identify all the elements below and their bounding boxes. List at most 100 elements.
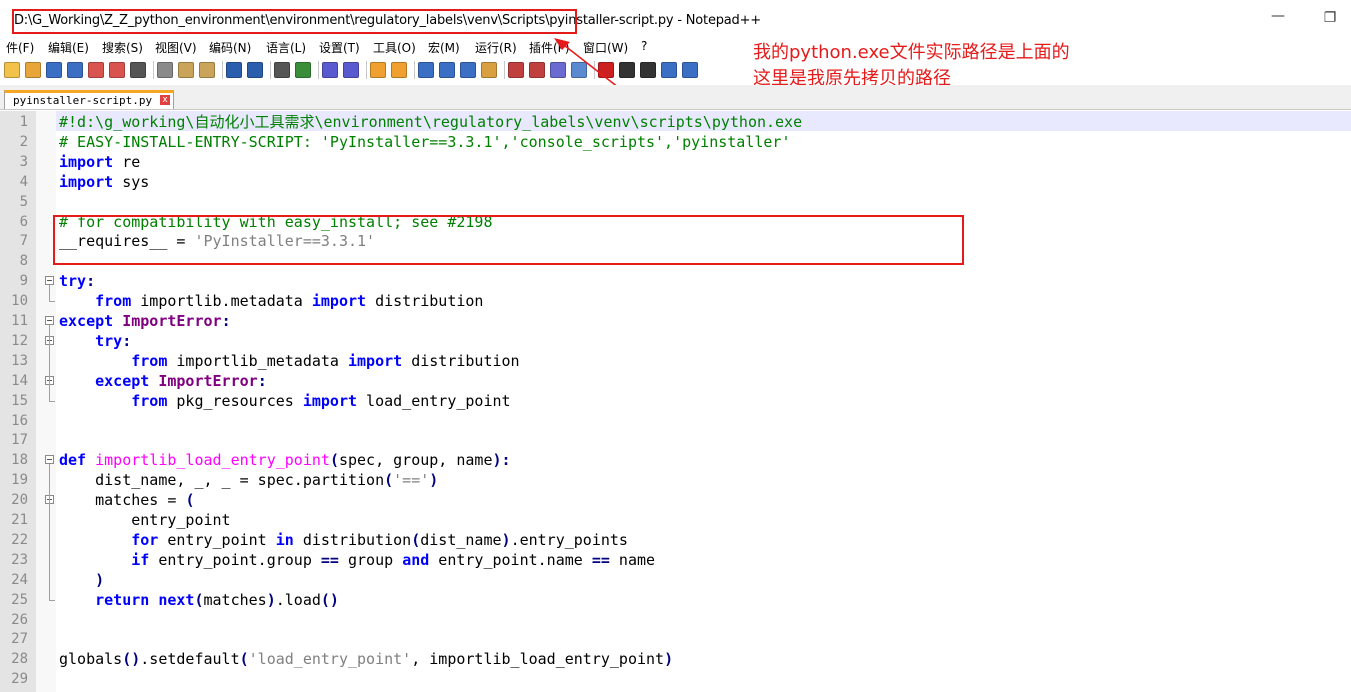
- menu-file[interactable]: 件(F): [6, 39, 34, 56]
- code-line: matches = (: [59, 490, 194, 510]
- toolbar-separator: [318, 61, 319, 79]
- code-editor[interactable]: 1 #!d:\g_working\自动化小工具需求\environment\reg…: [0, 111, 1351, 692]
- show-all-chars-icon[interactable]: [439, 62, 455, 78]
- fold-toggle-icon[interactable]: [45, 455, 54, 465]
- run-macro-multiple-icon[interactable]: [661, 62, 677, 78]
- menu-search[interactable]: 搜索(S): [102, 39, 143, 56]
- code-line: entry_point: [59, 510, 230, 530]
- open-file-icon[interactable]: [25, 62, 41, 78]
- code-line: try:: [59, 271, 95, 291]
- line-number: 3: [19, 153, 28, 170]
- code-token: importlib_metadata: [167, 351, 348, 370]
- code-token: (: [194, 590, 204, 609]
- line-number: 9: [19, 273, 28, 290]
- menu-help[interactable]: ?: [641, 39, 647, 53]
- new-file-icon[interactable]: [4, 62, 20, 78]
- line-number: 5: [19, 193, 28, 210]
- annotation-line-1: 我的python.exe文件实际路径是上面的: [753, 42, 1070, 63]
- save-icon[interactable]: [46, 62, 62, 78]
- line-number: 14: [11, 372, 28, 389]
- line-number: 25: [11, 591, 28, 608]
- code-line: except ImportError:: [59, 371, 267, 391]
- menu-encoding[interactable]: 编码(N): [209, 39, 251, 56]
- code-token: .entry_points: [510, 530, 628, 549]
- sync-vertical-icon[interactable]: [370, 62, 386, 78]
- code-token: globals: [59, 650, 123, 669]
- menu-run[interactable]: 运行(R): [475, 39, 517, 56]
- code-line: from importlib_metadata import distribut…: [59, 351, 519, 371]
- zoom-in-icon[interactable]: [322, 62, 338, 78]
- sync-horizontal-icon[interactable]: [391, 62, 407, 78]
- print-icon[interactable]: [130, 62, 146, 78]
- menu-bar: 件(F) 编辑(E) 搜索(S) 视图(V) 编码(N) 语言(L) 设置(T)…: [0, 38, 1351, 58]
- line-number: 16: [11, 412, 28, 429]
- code-token: importlib_load_entry_point: [95, 451, 330, 470]
- code-line: def importlib_load_entry_point(spec, gro…: [59, 450, 511, 470]
- copy-icon[interactable]: [178, 62, 194, 78]
- play-macro-icon[interactable]: [640, 62, 656, 78]
- code-line: dist_name, _, _ = spec.partition('=='): [59, 470, 438, 490]
- code-token: and: [402, 550, 430, 569]
- udl-icon[interactable]: [481, 62, 497, 78]
- undo-icon[interactable]: [226, 62, 242, 78]
- fold-toggle-icon[interactable]: [45, 276, 54, 286]
- code-token: sys: [113, 172, 150, 191]
- replace-icon[interactable]: [295, 62, 311, 78]
- line-number: 17: [11, 432, 28, 449]
- code-token: ==: [320, 550, 339, 569]
- code-token: dist_name, _, _ = spec.partition: [59, 471, 385, 490]
- indent-guide-icon[interactable]: [460, 62, 476, 78]
- line-number: 8: [19, 253, 28, 270]
- doc-map-icon[interactable]: [508, 62, 524, 78]
- line-number: 7: [19, 233, 28, 250]
- code-token: (): [320, 590, 339, 609]
- find-icon[interactable]: [274, 62, 290, 78]
- code-token: 'load_entry_point': [248, 650, 412, 669]
- minimize-button[interactable]: —: [1268, 8, 1288, 24]
- tab-close-icon[interactable]: x: [160, 95, 170, 105]
- save-all-icon[interactable]: [67, 62, 83, 78]
- menu-language[interactable]: 语言(L): [266, 39, 306, 56]
- code-line: ): [59, 570, 104, 590]
- code-line: if entry_point.group == group and entry_…: [59, 550, 655, 570]
- code-token: ):: [492, 451, 511, 470]
- tab-pyinstaller-script[interactable]: pyinstaller-script.py x: [4, 90, 174, 109]
- menu-macro[interactable]: 宏(M): [428, 39, 460, 56]
- code-token: entry_point: [158, 530, 276, 549]
- menu-settings[interactable]: 设置(T): [319, 39, 360, 56]
- tab-label: pyinstaller-script.py: [13, 94, 153, 107]
- code-token: distribution: [366, 292, 484, 311]
- save-macro-icon[interactable]: [682, 62, 698, 78]
- code-token: re: [113, 152, 141, 171]
- menu-tools[interactable]: 工具(O): [373, 39, 416, 56]
- line-number: 1: [19, 114, 28, 130]
- line-number: 27: [11, 631, 28, 648]
- toolbar-separator: [504, 61, 505, 79]
- close-all-icon[interactable]: [109, 62, 125, 78]
- redo-icon[interactable]: [247, 62, 263, 78]
- line-number: 2: [19, 133, 28, 150]
- fold-toggle-icon[interactable]: [45, 316, 54, 325]
- menu-edit[interactable]: 编辑(E): [48, 39, 89, 56]
- code-token: , importlib_load_entry_point: [411, 650, 665, 669]
- line-number: 13: [11, 352, 28, 369]
- code-token: in: [275, 530, 294, 549]
- word-wrap-icon[interactable]: [418, 62, 434, 78]
- fold-end: [49, 599, 55, 601]
- paste-icon[interactable]: [199, 62, 215, 78]
- toolbar-separator: [153, 61, 154, 79]
- cut-icon[interactable]: [157, 62, 173, 78]
- zoom-out-icon[interactable]: [343, 62, 359, 78]
- close-icon[interactable]: [88, 62, 104, 78]
- code-token: next: [158, 590, 195, 609]
- code-token: group: [338, 550, 403, 569]
- code-token: import: [59, 172, 114, 191]
- menu-view[interactable]: 视图(V): [155, 39, 197, 56]
- code-token: (: [329, 451, 339, 470]
- restore-button[interactable]: ❐: [1320, 10, 1340, 26]
